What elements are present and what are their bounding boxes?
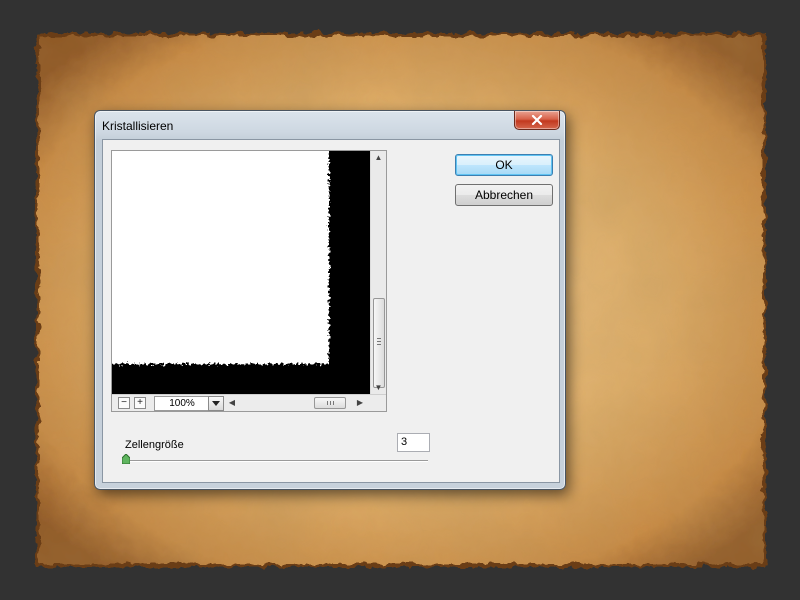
close-button[interactable] (514, 111, 560, 130)
zoom-dropdown-button[interactable] (208, 396, 224, 411)
dropdown-arrow-icon (212, 401, 220, 406)
cell-size-input[interactable]: 3 (397, 433, 430, 452)
preview-crystallized-edge (112, 151, 370, 395)
scroll-left-icon[interactable]: ◀ (226, 395, 238, 411)
cell-size-slider-track[interactable] (125, 460, 428, 462)
preview-horizontal-scrollbar[interactable]: ◀ ▶ (226, 395, 371, 411)
preview-vertical-scrollbar[interactable]: ▲ ▼ (370, 151, 386, 395)
close-icon (531, 115, 543, 125)
cancel-button[interactable]: Abbrechen (455, 184, 553, 206)
cell-size-label: Zellengröße (125, 439, 184, 451)
scroll-right-icon[interactable]: ▶ (354, 395, 366, 411)
dialog-body: ▲ ▼ − + 100% ◀ ▶ OK Abbrechen Zellengröß… (102, 139, 560, 483)
zoom-level-field[interactable]: 100% (154, 396, 210, 411)
vertical-scroll-thumb[interactable] (373, 298, 385, 388)
kristallisieren-dialog: Kristallisieren ▲ ▼ − + 100% ◀ ▶ OK Abbr… (94, 110, 566, 490)
zoom-out-button[interactable]: − (118, 397, 130, 409)
horizontal-scroll-thumb[interactable] (314, 397, 346, 409)
filter-preview[interactable]: ▲ ▼ − + 100% ◀ ▶ (111, 150, 387, 412)
ok-button[interactable]: OK (455, 154, 553, 176)
preview-image[interactable] (112, 151, 370, 395)
slider-thumb-icon[interactable] (122, 454, 130, 464)
zoom-in-button[interactable]: + (134, 397, 146, 409)
dialog-title: Kristallisieren (102, 119, 174, 133)
scroll-up-icon[interactable]: ▲ (371, 151, 386, 165)
preview-toolbar: − + 100% ◀ ▶ (112, 394, 386, 411)
title-bar[interactable]: Kristallisieren (95, 111, 565, 139)
scroll-down-icon[interactable]: ▼ (371, 381, 386, 395)
